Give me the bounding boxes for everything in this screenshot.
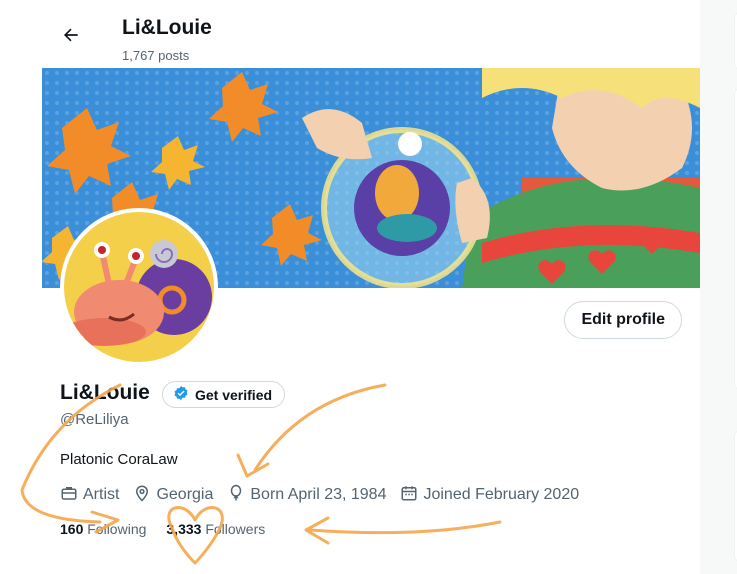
edit-profile-button[interactable]: Edit profile [564,301,682,339]
meta-category-text: Artist [83,486,120,503]
verified-badge-icon [173,385,189,404]
back-button[interactable] [52,18,90,56]
meta-location-text: Georgia [156,486,214,503]
back-arrow-icon [61,25,81,50]
location-pin-icon [133,484,151,507]
profile-handle: @ReLiliya [60,411,129,428]
calendar-icon [400,484,418,507]
meta-location: Georgia [133,484,213,507]
following-count: 160 [60,521,84,537]
meta-birthday-text: Born April 23, 1984 [250,486,387,503]
following-link[interactable]: 160 Following [60,521,146,537]
meta-birthday: Born April 23, 1984 [227,484,386,507]
meta-joined-text: Joined February 2020 [423,486,580,503]
balloon-icon [227,484,245,507]
followers-label: Followers [205,521,266,537]
briefcase-icon [60,484,78,507]
get-verified-label: Get verified [195,386,273,403]
top-bar: Li&Louie 1,767 posts [42,0,700,68]
followers-count: 3,333 [166,521,202,537]
left-rail [0,0,43,574]
profile-avatar[interactable] [60,208,218,366]
display-name: Li&Louie [60,381,150,404]
profile-column: Li&Louie 1,767 posts Edit profile Li&Lou… [42,0,701,574]
following-label: Following [87,521,147,537]
profile-bio: Platonic CoraLaw [60,451,178,468]
right-sidebar [700,0,737,574]
profile-meta: Artist Georgia Born April 23, 1984 Joine… [60,484,593,506]
get-verified-button[interactable]: Get verified [162,381,286,408]
meta-joined: Joined February 2020 [400,484,579,507]
meta-category: Artist [60,484,119,507]
followers-link[interactable]: 3,333 Followers [166,521,265,537]
post-count: 1,767 posts [122,48,190,63]
profile-stats: 160 Following 3,333 Followers [60,521,265,537]
header-title: Li&Louie [122,16,212,39]
